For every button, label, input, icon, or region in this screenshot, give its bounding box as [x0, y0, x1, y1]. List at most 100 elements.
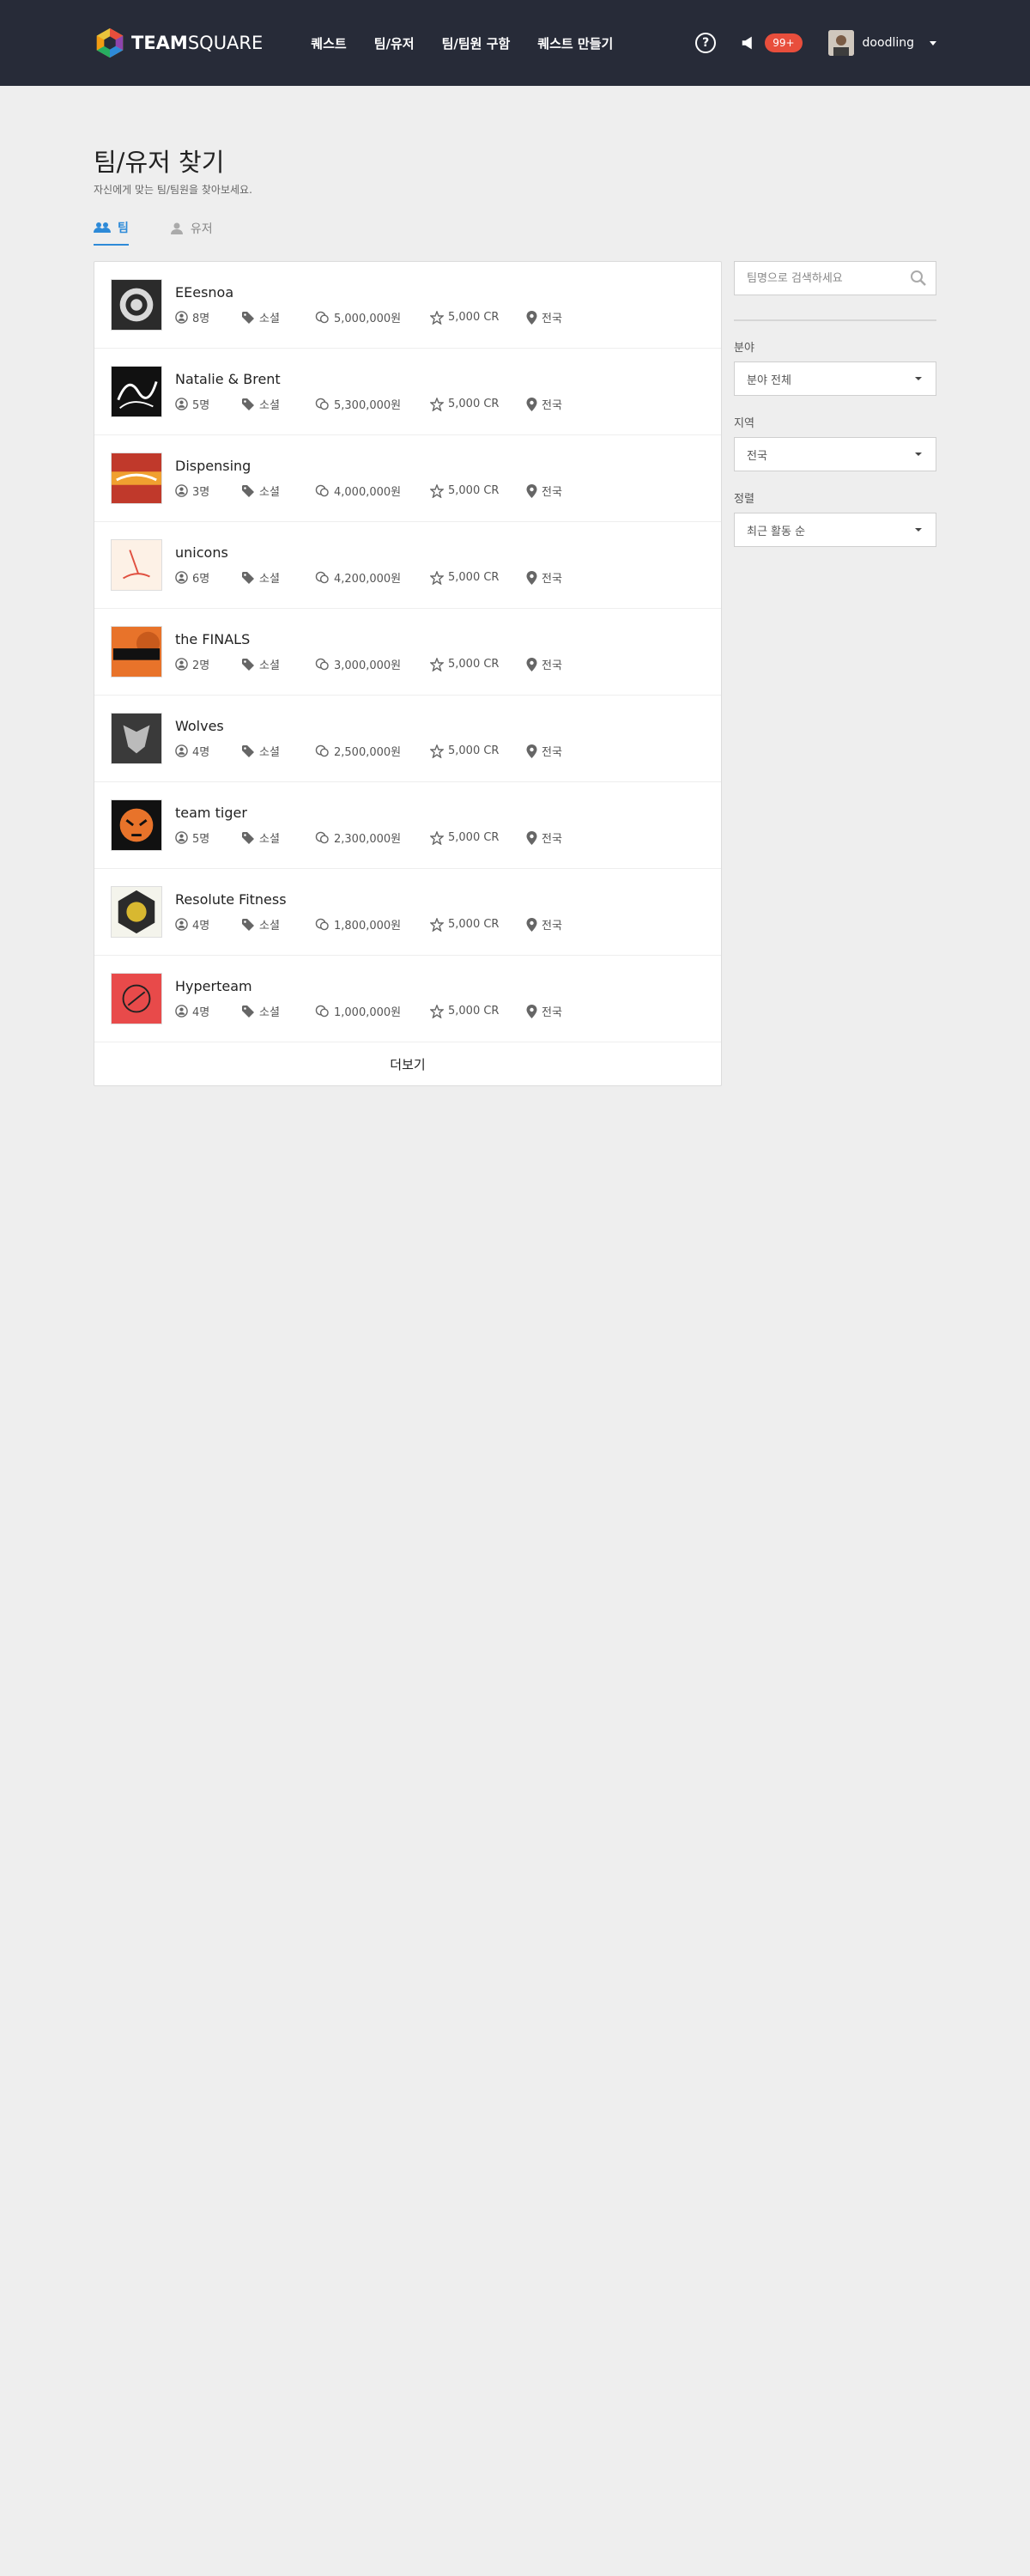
- tab-team[interactable]: 팀: [94, 218, 129, 246]
- chevron-down-icon: [915, 453, 922, 456]
- tag-icon: [242, 398, 254, 410]
- team-name[interactable]: Wolves: [175, 718, 562, 734]
- star-icon: [430, 657, 444, 671]
- team-row[interactable]: Resolute Fitness 4명 소셜 1,800,000원 5,000 CR 전국: [94, 869, 721, 956]
- team-funding: 1,800,000원: [334, 920, 402, 933]
- help-icon[interactable]: ?: [695, 33, 717, 53]
- team-members: 3명: [192, 486, 210, 499]
- top-header: TEAMSQUARE 퀘스트 팀/유저 팀/팀원 구함 퀘스트 만들기 ? 99…: [0, 0, 1030, 86]
- team-info: Natalie & Brent 5명 소셜 5,300,000원 5,000 CR 전국: [175, 371, 562, 412]
- star-icon: [430, 570, 444, 585]
- team-funding: 4,000,000원: [334, 486, 402, 499]
- avatar: [827, 30, 854, 56]
- location-pin-icon: [526, 310, 537, 325]
- team-logo[interactable]: [111, 453, 162, 504]
- team-logo[interactable]: [111, 626, 162, 677]
- team-row[interactable]: the FINALS 2명 소셜 3,000,000원 5,000 CR 전국: [94, 609, 721, 696]
- team-icon: [94, 222, 111, 233]
- coins-icon: [315, 658, 329, 671]
- member-icon: [175, 484, 188, 497]
- search-icon[interactable]: [910, 270, 927, 287]
- team-funding: 2,500,000원: [334, 746, 402, 759]
- team-members: 4명: [192, 1006, 210, 1019]
- tag-icon: [242, 744, 254, 757]
- team-name[interactable]: Dispensing: [175, 458, 562, 474]
- team-category: 소셜: [259, 746, 280, 759]
- team-credit: 5,000 CR: [448, 831, 500, 844]
- team-name[interactable]: Hyperteam: [175, 978, 562, 994]
- team-info: team tiger 5명 소셜 2,300,000원 5,000 CR 전국: [175, 805, 562, 846]
- location-pin-icon: [526, 570, 537, 585]
- member-icon: [175, 1005, 188, 1018]
- search-input[interactable]: [747, 271, 910, 285]
- team-row[interactable]: Natalie & Brent 5명 소셜 5,300,000원 5,000 CR 전국: [94, 349, 721, 435]
- team-row[interactable]: EEesnoa 8명 소셜 5,000,000원 5,000 CR 전국: [94, 262, 721, 349]
- tag-icon: [242, 571, 254, 584]
- team-name[interactable]: unicons: [175, 544, 562, 561]
- member-icon: [175, 744, 188, 757]
- team-logo[interactable]: [111, 713, 162, 764]
- team-row[interactable]: Wolves 4명 소셜 2,500,000원 5,000 CR 전국: [94, 696, 721, 782]
- team-logo[interactable]: [111, 366, 162, 417]
- team-logo[interactable]: [111, 886, 162, 938]
- team-meta: 4명 소셜 2,500,000원 5,000 CR 전국: [175, 743, 562, 759]
- page-subtitle: 자신에게 맞는 팀/팀원을 찾아보세요.: [94, 184, 252, 196]
- team-logo[interactable]: [111, 279, 162, 331]
- team-credit: 5,000 CR: [448, 484, 500, 497]
- load-more-button[interactable]: 더보기: [94, 1042, 721, 1085]
- notification-button[interactable]: 99+: [740, 33, 803, 52]
- team-funding: 4,200,000원: [334, 573, 402, 586]
- chevron-down-icon: [915, 377, 922, 380]
- member-icon: [175, 571, 188, 584]
- star-icon: [430, 830, 444, 845]
- tab-user[interactable]: 유저: [170, 218, 213, 246]
- team-name[interactable]: Natalie & Brent: [175, 371, 562, 387]
- filter-label-field: 분야: [734, 342, 754, 355]
- team-region: 전국: [542, 746, 562, 759]
- region-select-value: 전국: [747, 449, 767, 463]
- team-name[interactable]: the FINALS: [175, 631, 562, 647]
- star-icon: [430, 397, 444, 411]
- nav-quest[interactable]: 퀘스트: [311, 34, 346, 52]
- team-funding: 1,000,000원: [334, 1006, 402, 1019]
- team-credit: 5,000 CR: [448, 658, 500, 671]
- user-menu[interactable]: doodling: [827, 30, 936, 56]
- nav-recruit[interactable]: 팀/팀원 구함: [442, 34, 511, 52]
- team-info: Wolves 4명 소셜 2,500,000원 5,000 CR 전국: [175, 718, 562, 759]
- team-name[interactable]: EEesnoa: [175, 284, 562, 301]
- team-row[interactable]: Dispensing 3명 소셜 4,000,000원 5,000 CR 전국: [94, 435, 721, 522]
- team-credit: 5,000 CR: [448, 311, 500, 324]
- team-credit: 5,000 CR: [448, 918, 500, 931]
- team-name[interactable]: team tiger: [175, 805, 562, 821]
- tag-icon: [242, 658, 254, 671]
- team-region: 전국: [542, 920, 562, 933]
- team-meta: 6명 소셜 4,200,000원 5,000 CR 전국: [175, 569, 562, 586]
- coins-icon: [315, 744, 329, 757]
- team-region: 전국: [542, 833, 562, 846]
- team-logo[interactable]: [111, 539, 162, 591]
- location-pin-icon: [526, 657, 537, 671]
- team-info: Hyperteam 4명 소셜 1,000,000원 5,000 CR 전국: [175, 978, 562, 1019]
- team-row[interactable]: unicons 6명 소셜 4,200,000원 5,000 CR 전국: [94, 522, 721, 609]
- field-select[interactable]: 분야 전체: [734, 361, 936, 396]
- team-row[interactable]: team tiger 5명 소셜 2,300,000원 5,000 CR 전국: [94, 782, 721, 869]
- region-select[interactable]: 전국: [734, 437, 936, 471]
- nav-create-quest[interactable]: 퀘스트 만들기: [537, 34, 613, 52]
- member-icon: [175, 398, 188, 410]
- coins-icon: [315, 484, 329, 497]
- team-logo[interactable]: [111, 799, 162, 851]
- tab-bar: 팀 유저: [94, 218, 936, 246]
- team-logo[interactable]: [111, 973, 162, 1024]
- coins-icon: [315, 1005, 329, 1018]
- team-members: 8명: [192, 313, 210, 325]
- sort-select[interactable]: 최근 활동 순: [734, 513, 936, 547]
- team-category: 소셜: [259, 313, 280, 325]
- team-category: 소셜: [259, 1006, 280, 1019]
- team-meta: 5명 소셜 5,300,000원 5,000 CR 전국: [175, 396, 562, 412]
- logo[interactable]: TEAMSQUARE: [94, 0, 263, 86]
- team-name[interactable]: Resolute Fitness: [175, 891, 562, 908]
- location-pin-icon: [526, 830, 537, 845]
- nav-team-user[interactable]: 팀/유저: [374, 34, 415, 52]
- team-row[interactable]: Hyperteam 4명 소셜 1,000,000원 5,000 CR 전국: [94, 956, 721, 1042]
- member-icon: [175, 831, 188, 844]
